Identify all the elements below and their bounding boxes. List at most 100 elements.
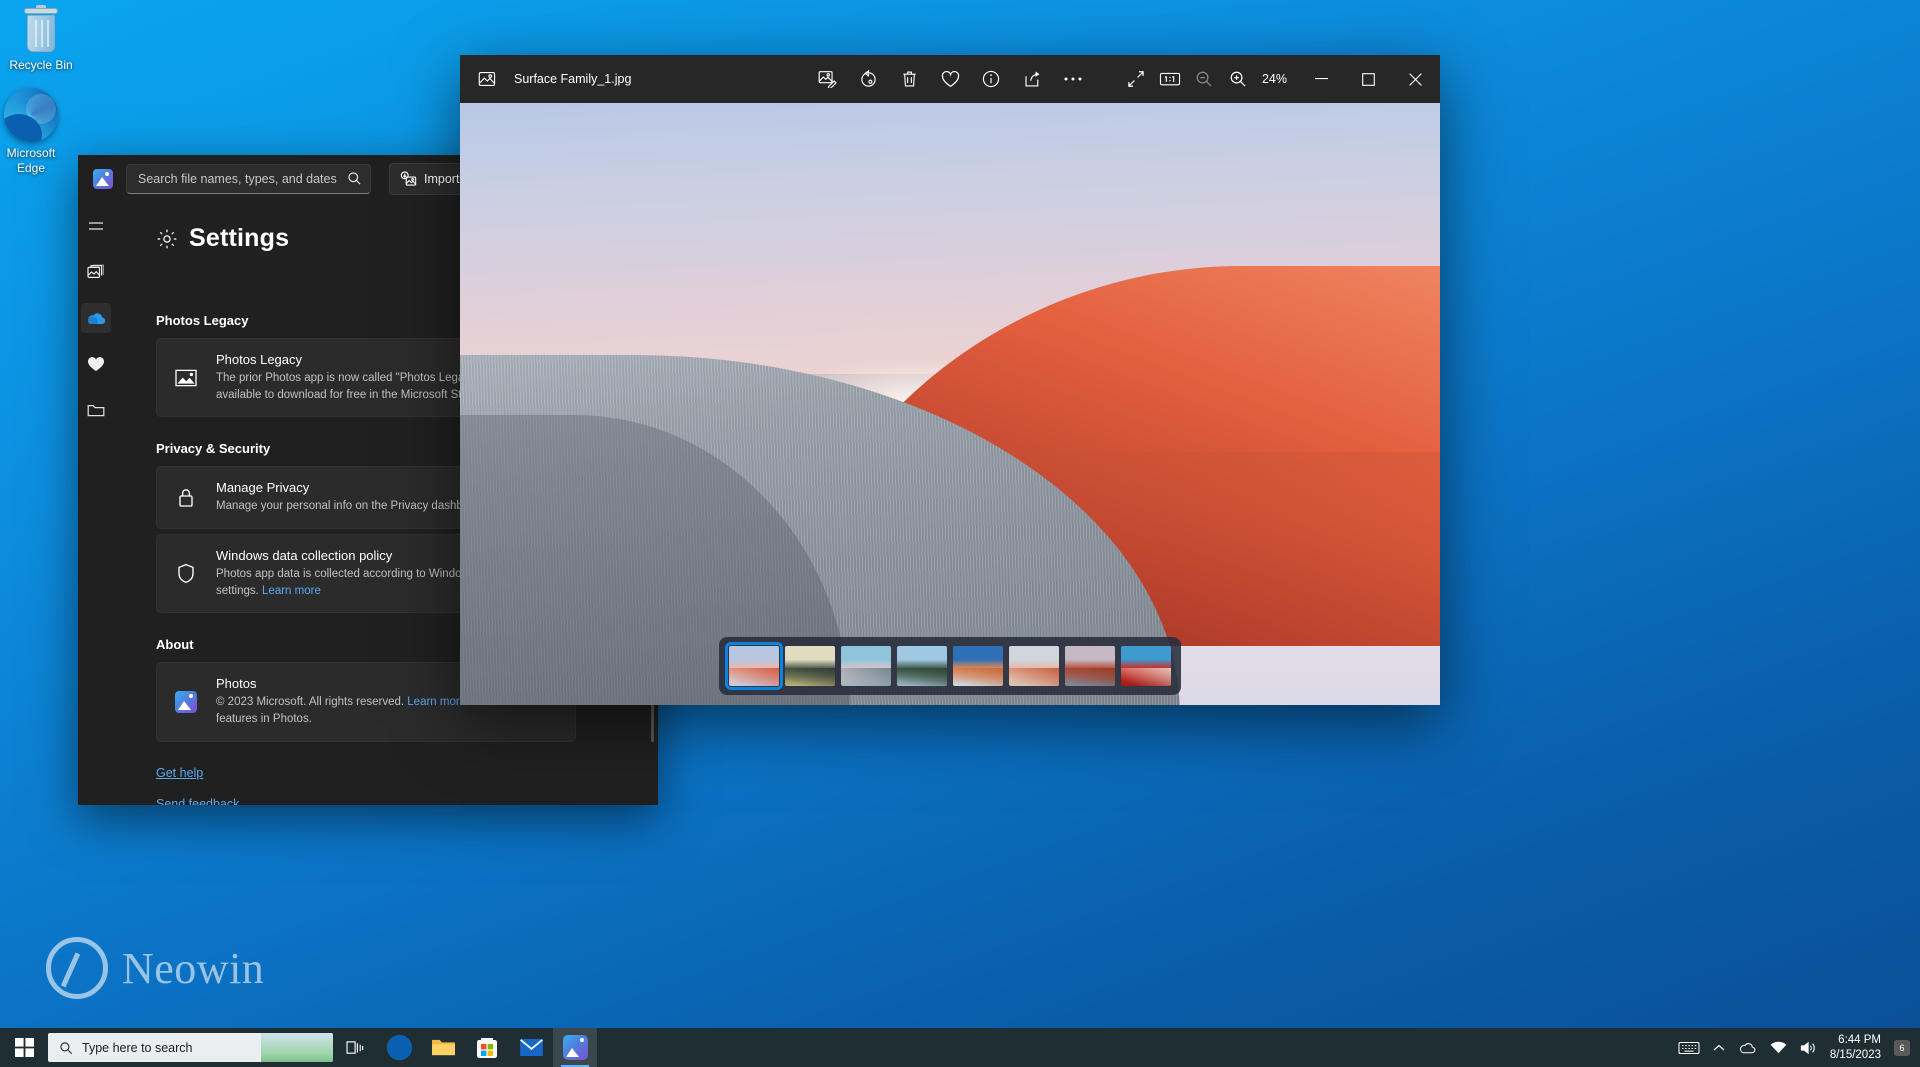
folder-icon [87,403,105,418]
thumb-surface-family-1[interactable] [729,646,779,686]
taskbar-photos[interactable] [553,1028,597,1067]
search-icon [347,171,362,186]
hamburger-icon [88,220,104,232]
card-body: © 2023 Microsoft. All rights reserved. [216,696,407,708]
desktop-icon-label: Microsoft Edge [7,146,56,175]
lock-icon [173,487,199,508]
onedrive-cloud-icon [86,312,106,325]
picture-icon [173,368,199,388]
learn-more-link[interactable]: Learn more [407,696,466,708]
photos-app-icon [86,162,120,196]
taskbar-search-input[interactable]: Type here to search [48,1033,333,1062]
maximize-button[interactable] [1346,62,1391,96]
taskbar-file-explorer[interactable] [421,1028,465,1067]
thumb-surface-family-3[interactable] [841,646,891,686]
desktop-icon-label: Recycle Bin [9,58,72,72]
thumb-surface-family-7[interactable] [1065,646,1115,686]
start-button[interactable] [0,1028,48,1067]
learn-more-link[interactable]: Learn more [262,585,321,597]
volume-icon[interactable] [1800,1041,1817,1055]
search-icon [59,1041,73,1055]
thumb-surface-family-6[interactable] [1009,646,1059,686]
sidebar-item-folders[interactable] [81,395,111,425]
thumb-surface-family-8[interactable] [1121,646,1171,686]
notification-badge[interactable]: 6 [1894,1040,1910,1056]
edge-icon [387,1035,412,1060]
actual-size-button[interactable] [1154,64,1186,94]
share-button[interactable] [1016,64,1048,94]
desktop-icon-microsoft-edge[interactable]: Microsoft Edge [0,88,74,176]
get-help-link[interactable]: Get help [156,766,658,780]
neowin-logo-icon [46,937,108,999]
sidebar-item-menu[interactable] [81,211,111,241]
sidebar-item-collection[interactable] [81,257,111,287]
onedrive-icon[interactable] [1738,1042,1757,1054]
card-title: Manage Privacy [216,480,486,495]
sidebar-item-favorites[interactable] [81,349,111,379]
mail-icon [519,1038,544,1057]
watermark: Neowin [46,937,264,999]
thumb-surface-family-2[interactable] [785,646,835,686]
sidebar-item-onedrive[interactable] [81,303,111,333]
system-tray: 6:44 PM 8/15/2023 6 [1678,1033,1920,1062]
page-title-text: Settings [189,224,289,253]
gear-icon [156,228,178,250]
viewer-title-bar: Surface Family_1.jpg [460,55,1440,103]
import-button-label: Import [424,172,459,186]
close-button[interactable] [1393,62,1438,96]
thumbnail-accent [841,668,891,686]
filmstrip[interactable] [719,637,1181,695]
file-name: Surface Family_1.jpg [514,72,631,86]
thumbnail-accent [1065,668,1115,686]
send-feedback-link[interactable]: Send feedback [156,797,658,805]
edge-icon [4,88,58,142]
thumbnail-accent [785,668,835,686]
thumbnail-accent [729,668,779,686]
photos-app-icon [563,1035,588,1060]
fit-to-window-button[interactable] [1120,64,1152,94]
photo-viewer-window: Surface Family_1.jpg [460,55,1440,705]
clock[interactable]: 6:44 PM 8/15/2023 [1830,1033,1881,1062]
photos-app-icon [173,691,199,713]
thumbnail-accent [1009,668,1059,686]
taskbar-edge[interactable] [377,1028,421,1067]
task-view-button[interactable] [333,1028,377,1067]
recycle-bin-icon [21,8,61,54]
watermark-text: Neowin [122,943,264,994]
search-illustration [261,1033,333,1062]
taskbar-mail[interactable] [509,1028,553,1067]
clock-date: 8/15/2023 [1830,1049,1881,1061]
desktop-icon-recycle-bin[interactable]: Recycle Bin [0,8,84,73]
favorite-button[interactable] [934,64,966,94]
search-placeholder: Search file names, types, and dates [138,172,347,186]
search-input[interactable]: Search file names, types, and dates [126,164,371,194]
thumb-surface-family-4[interactable] [897,646,947,686]
network-icon[interactable] [1770,1041,1787,1054]
import-photo-icon [400,171,417,187]
thumbnail-accent [897,668,947,686]
more-options-button[interactable] [1057,64,1089,94]
thumb-surface-family-5[interactable] [953,646,1003,686]
folder-icon [431,1037,456,1058]
taskbar-microsoft-store[interactable] [465,1028,509,1067]
edit-image-button[interactable] [811,64,843,94]
zoom-in-button[interactable] [1222,64,1254,94]
zoom-level: 24% [1262,72,1287,86]
zoom-out-button[interactable] [1188,64,1220,94]
file-info-button[interactable] [975,64,1007,94]
rotate-button[interactable] [852,64,884,94]
delete-button[interactable] [893,64,925,94]
card-body: Manage your personal info on the Privacy… [216,500,486,512]
chevron-up-icon[interactable] [1713,1044,1725,1052]
clock-time: 6:44 PM [1838,1034,1881,1046]
shield-icon [173,563,199,584]
thumbnail-accent [1121,668,1171,686]
keyboard-icon[interactable] [1678,1041,1700,1055]
heart-icon [87,356,105,372]
store-icon [476,1036,498,1059]
thumbnail-accent [953,668,1003,686]
taskbar: Type here to search [0,1028,1920,1067]
image-canvas[interactable] [460,103,1440,705]
photo-collection-icon [87,264,105,281]
minimize-button[interactable] [1299,62,1344,96]
